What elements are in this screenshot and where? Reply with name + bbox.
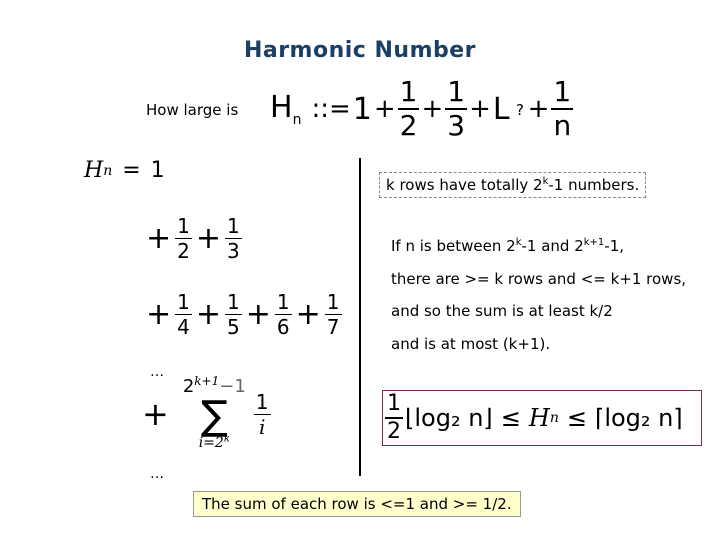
explanation-line-1: If n is between 2k-1 and 2k+1-1, xyxy=(391,237,625,255)
def-ellipsis: L xyxy=(492,91,510,127)
slide-title: Harmonic Number xyxy=(243,38,477,63)
explanation-line-2: there are >= k rows and <= k+1 rows, xyxy=(391,270,687,288)
question-mark: ? xyxy=(516,101,524,119)
row-second: + 12 + 13 xyxy=(146,214,242,263)
ellipsis-bottom: … xyxy=(150,466,164,482)
def-last-term: 1n xyxy=(551,75,574,142)
fraction: 12 xyxy=(385,391,403,444)
fraction: 16 xyxy=(274,290,292,339)
def-first: 1 xyxy=(352,91,372,127)
fraction: 12 xyxy=(175,214,192,263)
def-lhs: Hn xyxy=(270,90,302,128)
sigma-icon: ∑ xyxy=(200,393,228,439)
floor-log: ⌊log₂ n⌋ xyxy=(405,404,493,432)
row-first: Hn = 1 xyxy=(84,158,165,183)
harmonic-bound-formula: 12 ⌊log₂ n⌋ ≤ Hn ≤ ⌈log₂ n⌉ xyxy=(382,390,702,446)
def-assign: ::= xyxy=(311,94,351,124)
divider-line xyxy=(359,158,361,476)
summation: 2k+1−1 ∑ i=2k xyxy=(182,374,246,451)
explanation-line-3: and so the sum is at least k/2 xyxy=(391,302,613,320)
row-sum: + 2k+1−1 ∑ i=2k 1i xyxy=(142,374,271,451)
harmonic-definition: Hn ::= 1 + 12 + 13 + L + 1n xyxy=(270,75,574,142)
fraction: 1i xyxy=(253,389,271,439)
fraction: 13 xyxy=(225,214,242,263)
row-sum-summary: The sum of each row is <=1 and >= 1/2. xyxy=(193,491,521,517)
question-prefix: How large is xyxy=(146,101,239,119)
def-term: 13 xyxy=(445,75,468,142)
fraction: 15 xyxy=(225,290,242,339)
explanation-line-4: and is at most (k+1). xyxy=(391,335,551,353)
row-third: + 14 + 15 + 16 + 17 xyxy=(146,290,342,339)
rows-count-note: k rows have totally 2k-1 numbers. xyxy=(379,172,647,198)
fraction: 14 xyxy=(175,290,192,339)
def-term: 12 xyxy=(397,75,420,142)
fraction: 17 xyxy=(324,290,342,339)
ceil-log: ⌈log₂ n⌉ xyxy=(594,404,683,432)
